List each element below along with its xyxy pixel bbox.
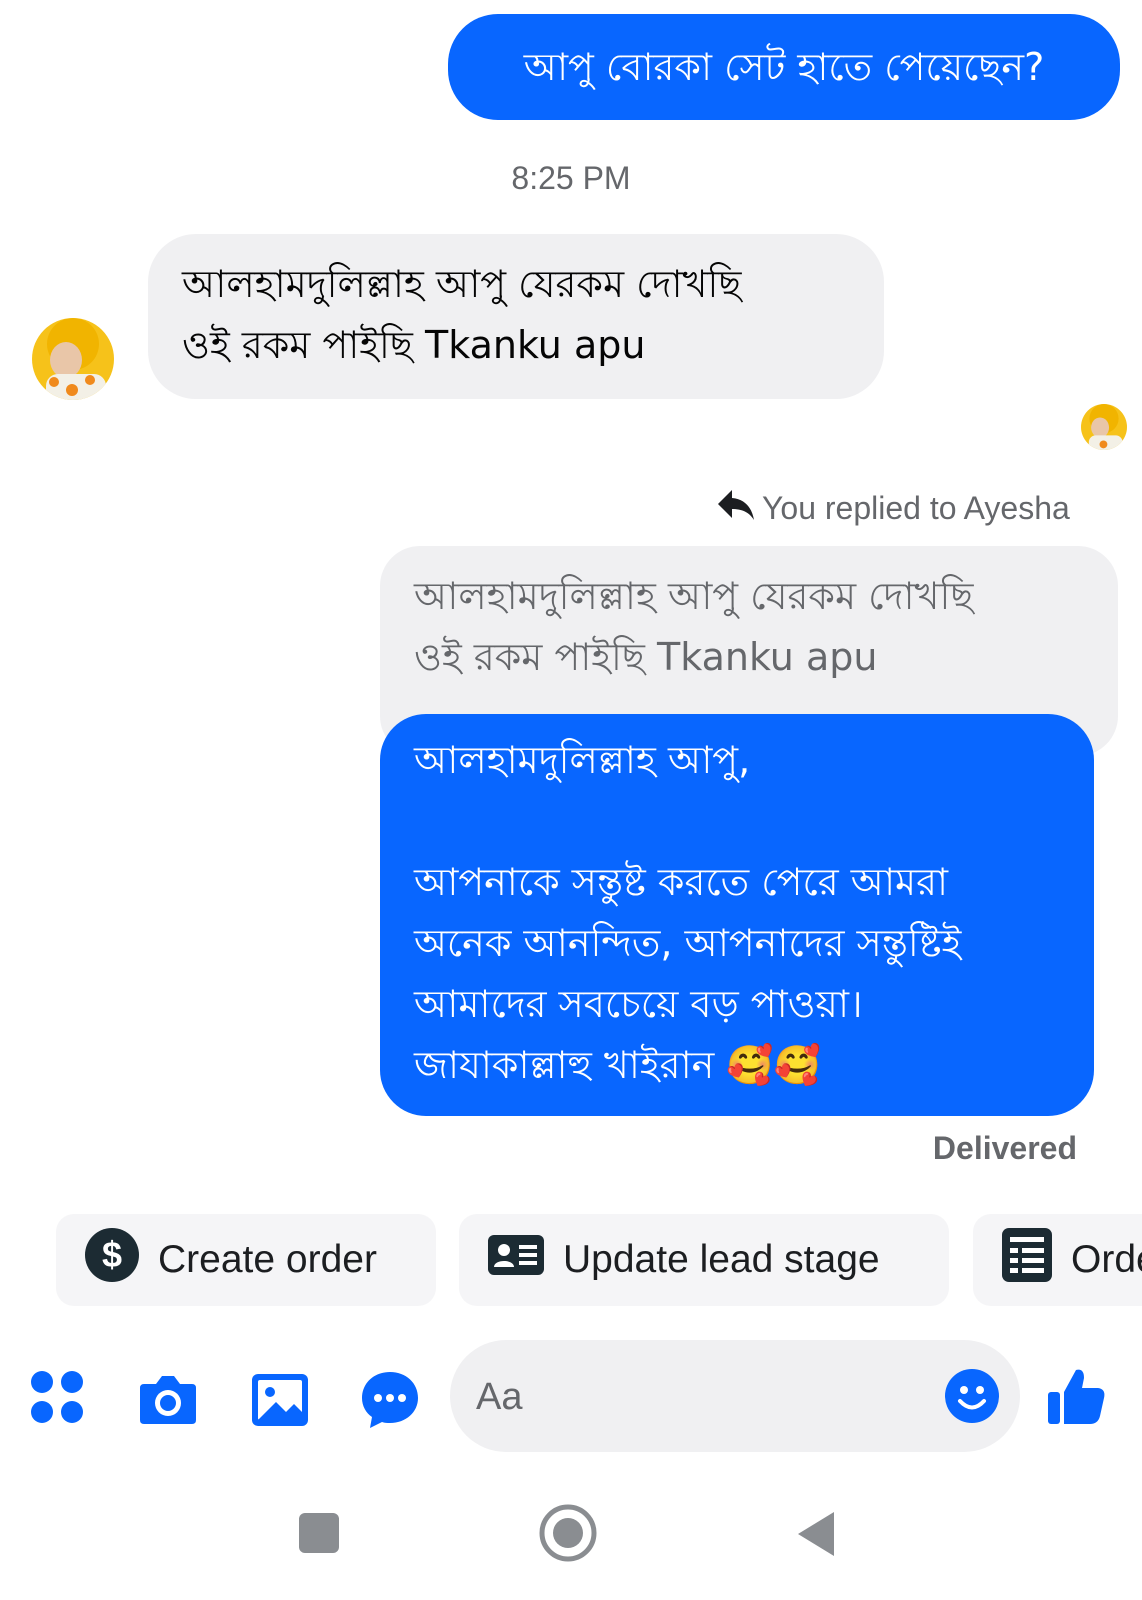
update-lead-stage-label: Update lead stage [563,1238,880,1281]
orders-label: Orders [1071,1238,1142,1281]
recent-apps-icon[interactable] [298,1512,340,1558]
delivery-status: Delivered [932,1130,1077,1166]
outgoing-message-bubble[interactable]: আপু বোরকা সেট হাতে পেয়েছেন? [448,14,1120,120]
message-input[interactable] [474,1340,918,1454]
dollar-icon: $ [84,1227,140,1293]
message-timestamp: 8:25 PM [511,160,631,196]
camera-icon[interactable] [136,1368,200,1432]
reply-header-text: You replied to Ayesha [762,489,1070,526]
reply-arrow-icon [716,484,756,532]
seen-avatar [1081,404,1127,450]
update-lead-stage-button[interactable]: Update lead stage [459,1214,949,1306]
id-card-icon [487,1232,545,1288]
like-icon[interactable] [1044,1364,1108,1428]
create-order-label: Create order [158,1238,377,1281]
back-icon[interactable] [796,1510,836,1562]
svg-text:$: $ [102,1234,122,1275]
message-composer[interactable] [450,1340,1020,1454]
list-icon [1001,1227,1053,1293]
contact-avatar[interactable] [32,318,114,400]
emoji-icon[interactable] [944,1368,1000,1428]
gallery-icon[interactable] [248,1368,312,1432]
outgoing-reply-bubble[interactable]: আলহামদুলিল্লাহ আপু, আপনাকে সন্তুষ্ট করতে… [380,714,1094,1116]
home-icon[interactable] [538,1503,598,1567]
incoming-message-bubble[interactable]: আলহামদুলিল্লাহ আপু যেরকম দোখছি ওই রকম পা… [148,234,884,399]
reply-header: You replied to Ayesha [716,486,1086,530]
chat-bubble-icon[interactable] [358,1368,422,1432]
orders-button[interactable]: Orders [973,1214,1142,1306]
create-order-button[interactable]: $ Create order [56,1214,436,1306]
message-text: আপু বোরকা সেট হাতে পেয়েছেন? [523,45,1045,89]
apps-icon[interactable] [28,1368,92,1432]
